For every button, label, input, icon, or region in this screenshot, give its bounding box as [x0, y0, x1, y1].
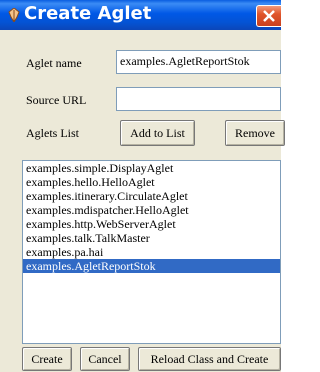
list-item[interactable]: examples.talk.TalkMaster [23, 231, 280, 245]
list-item[interactable]: examples.pa.hai [23, 245, 280, 259]
aglets-list[interactable]: examples.simple.DisplayAglet examples.he… [22, 160, 281, 344]
create-aglet-window: Create Aglet Aglet name examples.AgletRe… [0, 0, 285, 372]
source-url-label: Source URL [26, 93, 87, 107]
list-item[interactable]: examples.itinerary.CirculateAglet [23, 189, 280, 203]
list-item[interactable]: examples.AgletReportStok [23, 259, 280, 273]
reload-class-and-create-button[interactable]: Reload Class and Create [138, 347, 281, 371]
add-to-list-button[interactable]: Add to List [120, 120, 195, 146]
aglets-list-label: Aglets List [26, 126, 79, 140]
list-item[interactable]: examples.http.WebServerAglet [23, 217, 280, 231]
close-button[interactable] [256, 5, 281, 27]
create-button[interactable]: Create [22, 347, 72, 371]
aglet-feather-icon [8, 7, 20, 23]
title-bar[interactable]: Create Aglet [0, 0, 281, 30]
list-item[interactable]: examples.hello.HelloAglet [23, 175, 280, 189]
list-item[interactable]: examples.mdispatcher.HelloAglet [23, 203, 280, 217]
cancel-button[interactable]: Cancel [80, 347, 130, 371]
aglet-name-field[interactable]: examples.AgletReportStok [116, 50, 281, 74]
window-title: Create Aglet [24, 3, 152, 24]
close-icon [263, 10, 275, 22]
list-item[interactable]: examples.simple.DisplayAglet [23, 161, 280, 175]
remove-button[interactable]: Remove [225, 120, 285, 146]
aglet-name-label: Aglet name [26, 56, 82, 70]
source-url-field[interactable] [116, 87, 281, 111]
